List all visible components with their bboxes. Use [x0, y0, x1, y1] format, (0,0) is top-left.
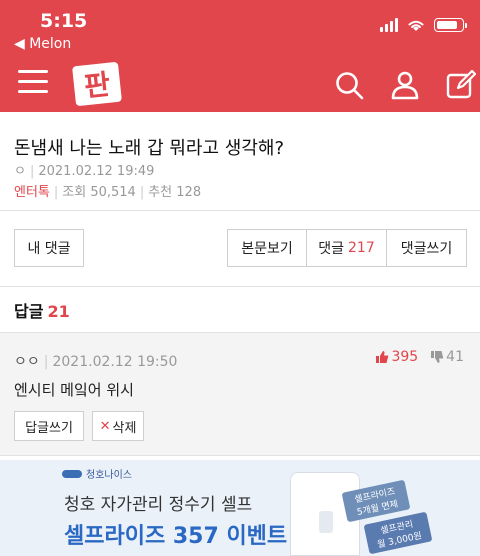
- reply-author: ㅇㅇ: [14, 354, 40, 370]
- ad-brand-name: 청호나이스: [86, 470, 132, 481]
- ad-brand: 청호나이스: [62, 466, 132, 481]
- reply-text: 엔시티 메잌어 위시: [14, 381, 134, 399]
- article-category[interactable]: 엔터톡: [14, 185, 50, 200]
- app-header: 5:15 ◀ Melon 판: [0, 0, 480, 112]
- article-stats: 엔터톡 | 조회 50,514 | 추천 128: [14, 185, 202, 200]
- replies-header: 답글 21: [14, 298, 70, 322]
- write-reply-button[interactable]: 답글쓰기: [14, 411, 84, 441]
- write-comment-button[interactable]: 댓글쓰기: [386, 229, 467, 267]
- close-icon: ✕: [99, 418, 111, 434]
- divider: [0, 210, 480, 211]
- pann-logo[interactable]: 판: [72, 61, 122, 107]
- comments-button[interactable]: 댓글 217: [306, 229, 387, 267]
- reply-date: 2021.02.12 19:50: [52, 354, 178, 370]
- brand-logo-icon: [62, 469, 82, 478]
- reply-meta: ㅇㅇ | 2021.02.12 19:50: [14, 354, 178, 370]
- article-recommends: 추천 128: [148, 185, 202, 200]
- upvote-count: 395: [391, 349, 419, 365]
- ad-event-title: 셀프라이즈 357 이벤트: [64, 524, 288, 549]
- article-meta: ㅇ | 2021.02.12 19:49: [14, 164, 155, 179]
- delete-button[interactable]: ✕ 삭제: [92, 411, 144, 441]
- article-title[interactable]: 돈냄새 나는 노래 갑 뭐라고 생각해?: [14, 134, 284, 160]
- reply-item: ㅇㅇ | 2021.02.12 19:50 395 41 엔시티 메잌어 위시 답글…: [0, 332, 480, 456]
- menu-icon[interactable]: [18, 70, 48, 98]
- article-date: 2021.02.12 19:49: [38, 164, 155, 179]
- user-icon[interactable]: [390, 70, 420, 100]
- ad-banner[interactable]: 청호나이스 청호 자가관리 정수기 셀프 셀프라이즈 357 이벤트 셀프라이즈…: [0, 460, 480, 556]
- divider: [0, 286, 480, 287]
- search-icon[interactable]: [334, 70, 364, 100]
- article-author: ㅇ: [14, 164, 26, 179]
- write-icon[interactable]: [446, 70, 476, 100]
- article-views: 조회 50,514: [62, 185, 136, 200]
- my-comments-button[interactable]: 내 댓글: [14, 229, 84, 267]
- back-to-app-link[interactable]: ◀ Melon: [14, 36, 71, 52]
- upvote-button[interactable]: 395: [375, 349, 418, 365]
- downvote-count: 41: [446, 349, 464, 365]
- status-time: 5:15: [40, 10, 88, 32]
- downvote-button[interactable]: 41: [430, 349, 464, 365]
- battery-level: [437, 21, 458, 29]
- ad-headline: 청호 자가관리 정수기 셀프: [64, 495, 253, 515]
- ad-tag: 셀프관리 월 3,000원: [363, 511, 433, 555]
- replies-label: 답글: [14, 302, 44, 321]
- comments-label: 댓글: [318, 241, 345, 257]
- replies-count: 21: [47, 302, 70, 321]
- view-body-button[interactable]: 본문보기: [227, 229, 307, 267]
- battery-icon: [434, 18, 467, 32]
- thumbs-up-icon: [376, 351, 389, 363]
- comments-count: 217: [348, 240, 375, 256]
- cellular-signal-icon: [380, 18, 398, 32]
- status-icons: [380, 18, 467, 32]
- reply-votes: 395 41: [375, 349, 464, 365]
- delete-label: 삭제: [112, 420, 137, 436]
- thumbs-down-icon: [431, 351, 444, 363]
- wifi-icon: [408, 20, 424, 31]
